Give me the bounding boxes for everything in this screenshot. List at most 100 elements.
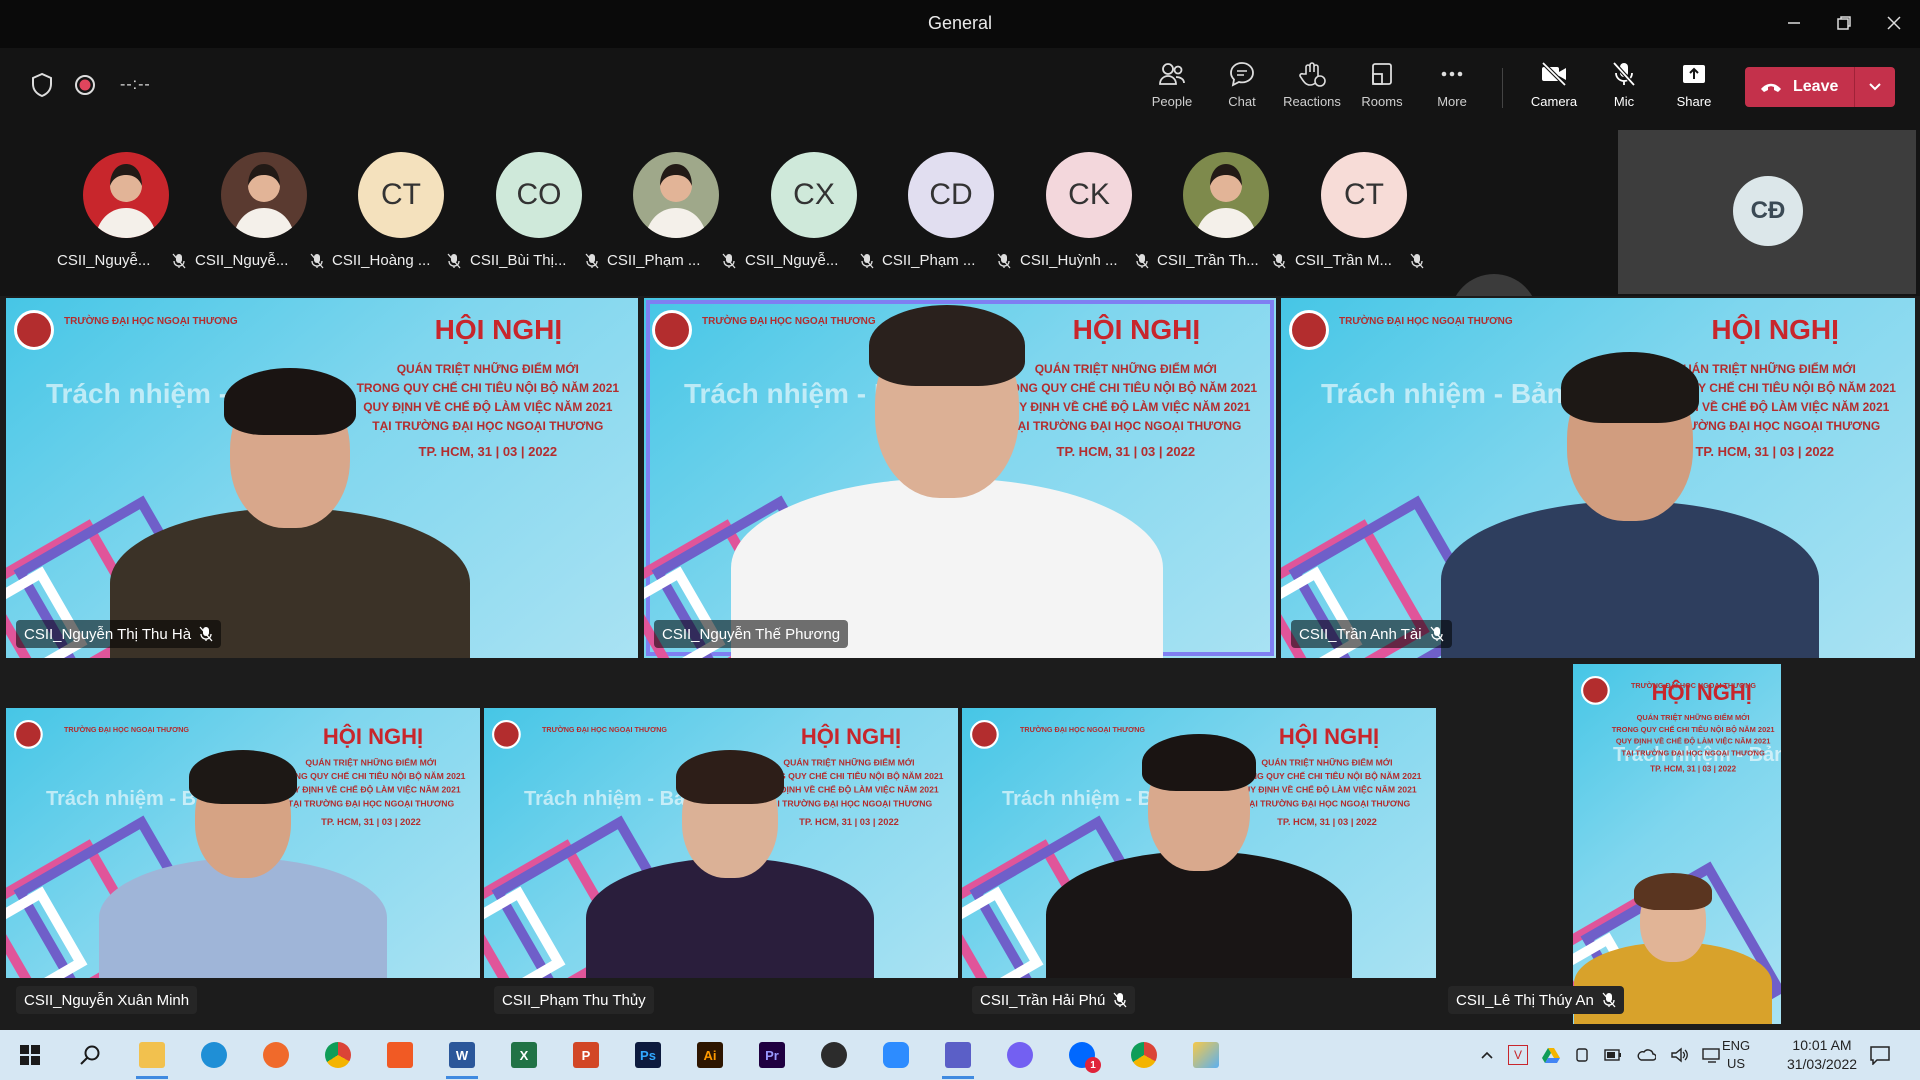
participant-video [99, 718, 387, 978]
more-button[interactable]: More [1417, 60, 1487, 116]
volume-icon[interactable] [1670, 1047, 1688, 1063]
participant-body [1440, 500, 1819, 658]
participant-name: CSII_Trần Anh Tài [1299, 625, 1422, 643]
language-code: ENG [1722, 1038, 1751, 1053]
participant-tile[interactable]: CSII_Nguyễ... [57, 152, 187, 282]
taskbar-brave[interactable] [380, 1037, 420, 1073]
leave-button-group: Leave [1745, 67, 1895, 107]
clock-time: 10:01 AM [1792, 1037, 1852, 1053]
leave-label: Leave [1793, 78, 1839, 95]
avatar-photo-icon [645, 164, 707, 238]
self-view[interactable]: CĐ [1618, 130, 1916, 294]
reactions-icon [1299, 62, 1326, 87]
slide-line: QUÁN TRIỆT NHỮNG ĐIỂM MỚI [1636, 713, 1750, 722]
participant-name: CSII_Nguyễn Xuân Minh [24, 991, 190, 1009]
clock-date: 31/03/2022 [1786, 1056, 1858, 1072]
taskbar-firefox[interactable] [256, 1037, 296, 1073]
participant-tile[interactable]: CX CSII_Nguyễ... [745, 152, 875, 282]
battery-icon[interactable] [1604, 1049, 1622, 1061]
camera-off-icon [1541, 61, 1567, 87]
vietkey-icon[interactable]: V [1508, 1045, 1528, 1065]
taskbar-obs[interactable] [814, 1037, 854, 1073]
video-tile[interactable]: TRƯỜNG ĐẠI HỌC NGOẠI THƯƠNG Trách nhiệm -… [962, 708, 1436, 978]
chat-icon [1230, 62, 1254, 87]
toolbar-divider [1502, 68, 1503, 108]
taskbar-file-explorer[interactable] [132, 1037, 172, 1079]
share-button[interactable]: Share [1659, 60, 1729, 116]
video-tile[interactable]: TRƯỜNG ĐẠI HỌC NGOẠI THƯƠNG Trách nhiệm -… [6, 708, 480, 978]
participant-tile[interactable]: CSII_Trần Th... [1157, 152, 1287, 282]
reactions-button[interactable]: Reactions [1277, 60, 1347, 116]
meeting-toolbar: --:-- People Chat Reactions Rooms More C… [0, 48, 1920, 124]
participant-tile[interactable]: CD CSII_Phạm ... [882, 152, 1012, 282]
university-logo [652, 310, 692, 350]
participant-tile[interactable]: CK CSII_Huỳnh ... [1020, 152, 1150, 282]
participant-hair [189, 749, 297, 804]
participant-tile[interactable]: CO CSII_Bùi Thị... [470, 152, 600, 282]
chevron-up-icon[interactable] [1480, 1050, 1494, 1060]
taskbar-photoshop[interactable]: Ps [628, 1037, 668, 1073]
leave-options-button[interactable] [1855, 67, 1895, 107]
avatar-initials: CD [929, 178, 973, 211]
language-indicator[interactable]: ENG US [1722, 1030, 1750, 1080]
window-title: General [927, 13, 993, 33]
close-button[interactable] [1870, 8, 1918, 38]
taskbar-edge[interactable] [194, 1037, 234, 1073]
participant-tile[interactable]: CSII_Phạm ... [607, 152, 737, 282]
viber-icon [1007, 1042, 1033, 1068]
participant-tile[interactable]: CT CSII_Trần M... [1295, 152, 1425, 282]
google-drive-icon[interactable] [1542, 1047, 1560, 1063]
people-button[interactable]: People [1137, 60, 1207, 116]
leave-button[interactable]: Leave [1745, 67, 1854, 107]
camera-button[interactable]: Camera [1519, 60, 1589, 116]
video-name-tag: CSII_Nguyễn Thế Phương [654, 620, 849, 648]
video-tile[interactable]: TRƯỜNG ĐẠI HỌC NGOẠI THƯƠNG Trách nhiệm -… [1281, 298, 1915, 658]
restore-button[interactable] [1820, 8, 1868, 38]
video-name-tag: CSII_Nguyễn Xuân Minh [16, 986, 198, 1014]
mic-button[interactable]: Mic [1589, 60, 1659, 116]
onedrive-icon[interactable] [1636, 1048, 1656, 1062]
network-icon[interactable] [1702, 1047, 1722, 1063]
taskbar-powerpoint[interactable]: P [566, 1037, 606, 1073]
notifications-button[interactable] [1860, 1037, 1900, 1073]
taskbar-chrome-2[interactable] [1124, 1037, 1164, 1073]
keyboard-region: US [1727, 1056, 1746, 1071]
taskbar-zoom[interactable] [876, 1037, 916, 1073]
slide-line: TRONG QUY CHẾ CHI TIÊU NỘI BỘ NĂM 2021 [1612, 725, 1775, 734]
video-tile[interactable]: TRƯỜNG ĐẠI HỌC NGOẠI THƯƠNG Trách nhiệm -… [484, 708, 958, 978]
taskbar-chrome[interactable] [318, 1037, 358, 1073]
rooms-button[interactable]: Rooms [1347, 60, 1417, 116]
device-icon[interactable] [1574, 1047, 1590, 1063]
taskbar-illustrator[interactable]: Ai [690, 1037, 730, 1073]
participant-video [586, 718, 875, 978]
video-tile[interactable]: TRƯỜNG ĐẠI HỌC NGOẠI THƯƠNG Trách nhiệm -… [1573, 664, 1781, 1024]
paint-icon [1193, 1042, 1219, 1068]
taskbar-zalo[interactable]: 1 [1062, 1037, 1102, 1073]
clock[interactable]: 10:01 AM 31/03/2022 [1772, 1030, 1872, 1080]
chrome-icon [1131, 1042, 1157, 1068]
shield-icon[interactable] [30, 72, 54, 98]
video-tile[interactable]: TRƯỜNG ĐẠI HỌC NGOẠI THƯƠNG Trách nhiệm -… [6, 298, 638, 658]
taskbar-paint[interactable] [1186, 1037, 1226, 1073]
video-tile[interactable]: TRƯỜNG ĐẠI HỌC NGOẠI THƯƠNG Trách nhiệm -… [644, 298, 1276, 658]
share-icon [1683, 65, 1705, 83]
participant-tile[interactable]: CSII_Nguyễ... [195, 152, 325, 282]
notification-center-icon [1870, 1046, 1890, 1065]
taskbar-viber[interactable] [1000, 1037, 1040, 1073]
participant-name: CSII_Trần Hải Phú [980, 991, 1106, 1009]
search-icon [80, 1045, 100, 1065]
folder-icon [139, 1042, 165, 1068]
search-button[interactable] [70, 1037, 110, 1073]
mic-off-icon [447, 253, 461, 269]
taskbar-word[interactable]: W [442, 1037, 482, 1079]
participant-tile[interactable]: CT CSII_Hoàng ... [332, 152, 462, 282]
minimize-button[interactable] [1770, 8, 1818, 38]
chat-label: Chat [1228, 94, 1256, 109]
taskbar-premiere[interactable]: Pr [752, 1037, 792, 1073]
taskbar-teams[interactable] [938, 1037, 978, 1079]
taskbar-excel[interactable]: X [504, 1037, 544, 1073]
avatar: CO [496, 152, 582, 238]
video-name-tag: CSII_Trần Anh Tài [1291, 620, 1452, 648]
start-button[interactable] [10, 1037, 50, 1073]
chat-button[interactable]: Chat [1207, 60, 1277, 116]
